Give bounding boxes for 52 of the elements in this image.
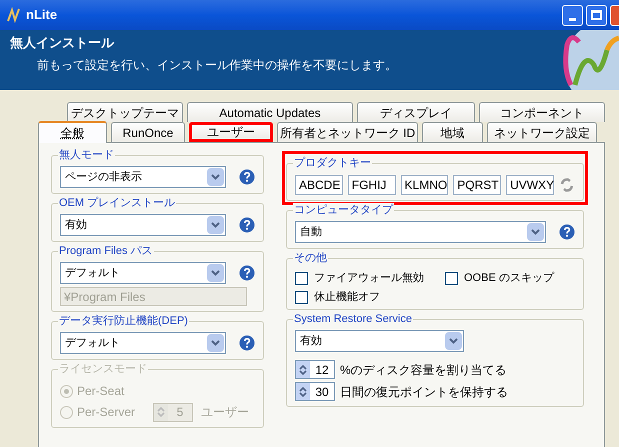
maximize-button[interactable] — [586, 4, 607, 26]
help-icon[interactable] — [239, 169, 255, 185]
number-spinner[interactable]: 30 — [295, 382, 335, 401]
dropdown[interactable]: 有効 — [295, 330, 464, 352]
refresh-icon[interactable] — [559, 177, 575, 193]
unit-label: ユーザー — [201, 405, 249, 419]
spinner-arrows-icon[interactable] — [299, 364, 307, 376]
spinner-label: 日間の復元ポイントを保持する — [340, 384, 508, 398]
checkbox[interactable]: OOBE のスキップ — [445, 271, 575, 285]
tab[interactable]: ユーザー — [189, 122, 273, 142]
help-icon[interactable] — [239, 217, 255, 233]
minimize-button[interactable] — [562, 4, 583, 26]
product-key-field[interactable]: UVWXY — [506, 175, 554, 195]
checkbox[interactable]: 休止機能オフ — [295, 290, 445, 304]
help-icon[interactable] — [559, 224, 575, 240]
product-key-field[interactable]: FGHIJ — [348, 175, 396, 195]
tab[interactable]: ネットワーク設定 — [487, 122, 597, 142]
app-icon — [6, 7, 22, 23]
product-key-field[interactable]: KLMNO — [400, 175, 448, 195]
tab[interactable]: 全般 — [38, 121, 107, 143]
tab[interactable]: RunOnce — [111, 122, 185, 142]
spinner-arrows-icon[interactable] — [299, 386, 307, 398]
group-title: データ実行防止機能(DEP) — [58, 314, 189, 328]
help-icon[interactable] — [239, 335, 255, 351]
page-title: 無人インストール — [10, 36, 116, 50]
group-title: Program Files パス — [58, 244, 154, 258]
tab[interactable]: 地域 — [422, 122, 483, 142]
group-title: OEM プレインストール — [58, 196, 176, 210]
dropdown[interactable]: ページの非表示 — [60, 166, 226, 188]
spinner-label: %のディスク容量を割り当てる — [340, 362, 507, 376]
group-title: System Restore Service — [293, 312, 413, 326]
group-title: コンピュータタイプ — [293, 203, 394, 217]
group-title: ライセンスモード — [58, 362, 148, 376]
tab[interactable]: デスクトップテーマ — [67, 102, 183, 122]
page-subtitle: 前もって設定を行い、インストール作業中の操作を不要にします。 — [37, 58, 397, 72]
tab[interactable]: コンポーネント — [479, 102, 605, 122]
product-key-field[interactable]: ABCDE — [295, 175, 343, 195]
dropdown[interactable]: デフォルト — [60, 262, 226, 284]
group-title: その他 — [293, 251, 328, 265]
dropdown[interactable]: 有効 — [60, 214, 226, 236]
number-spinner[interactable]: 12 — [295, 360, 335, 379]
help-icon[interactable] — [239, 265, 255, 281]
tab[interactable]: ディスプレイ — [357, 102, 475, 122]
window-title: nLite — [26, 8, 58, 22]
tab[interactable]: 所有者とネットワーク ID — [277, 122, 418, 142]
dropdown[interactable]: 自動 — [295, 221, 546, 243]
group-title: 無人モード — [58, 148, 115, 162]
group-title: プロダクトキー — [293, 156, 372, 170]
tab[interactable]: Automatic Updates — [187, 102, 353, 122]
checkbox[interactable]: ファイアウォール無効 — [295, 271, 445, 285]
dropdown[interactable]: デフォルト — [60, 332, 226, 354]
product-key-field[interactable]: PQRST — [453, 175, 502, 195]
